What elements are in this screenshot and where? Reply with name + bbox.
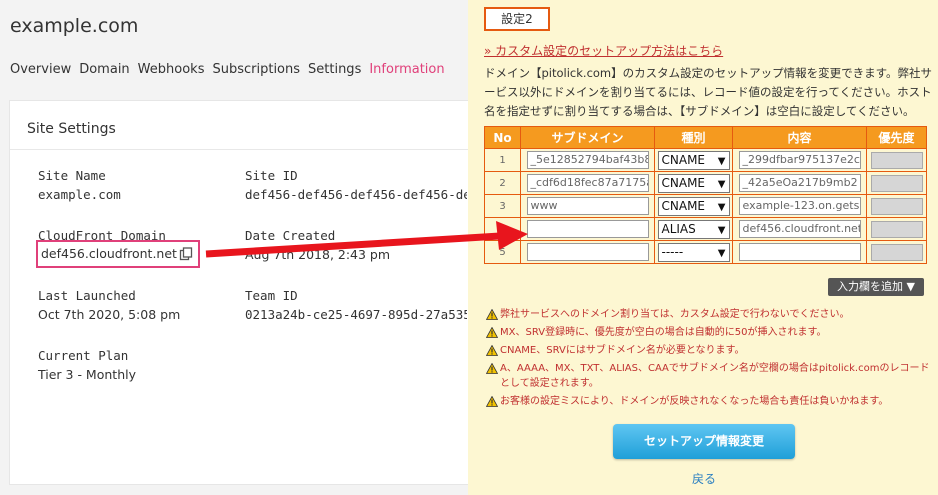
nav-overview[interactable]: Overview <box>10 62 71 77</box>
row-number: 1 <box>484 148 521 172</box>
type-select[interactable]: CNAME ▼ <box>657 150 730 170</box>
type-select[interactable]: CNAME ▼ <box>657 196 730 216</box>
copy-icon[interactable] <box>179 247 193 261</box>
description-text: ドメイン【pitolick.com】のカスタム設定のセットアップ情報を変更できま… <box>484 66 932 118</box>
content-input[interactable]: def456.cloudfront.net <box>738 220 861 238</box>
chevron-down-icon: ▼ <box>717 201 726 213</box>
date-created-label: Date Created <box>245 228 336 243</box>
chevron-down-icon: ▼ <box>717 224 726 236</box>
header-priority: 優先度 <box>866 126 927 149</box>
type-select-value: CNAME <box>661 198 706 213</box>
type-select-value: CNAME <box>661 175 706 190</box>
note-text: 弊社サービスへのドメイン割り当ては、カスタム設定で行わないでください。 <box>500 309 850 320</box>
site-name-label: Site Name <box>38 168 106 183</box>
header-content: 内容 <box>732 126 867 149</box>
list-item: MX、SRV登録時に、優先度が空白の場合は自動的に50が挿入されます。 <box>486 325 936 340</box>
subdomain-input[interactable]: _5e12852794baf43b8 <box>526 151 649 169</box>
back-link[interactable]: 戻る <box>692 470 716 487</box>
note-text: MX、SRV登録時に、優先度が空白の場合は自動的に50が挿入されます。 <box>500 327 827 338</box>
warning-icon <box>486 396 498 407</box>
dns-records-table: No サブドメイン 種別 内容 優先度 1 _5e12852794baf43b8… <box>484 126 927 264</box>
list-item: 弊社サービスへのドメイン割り当ては、カスタム設定で行わないでください。 <box>486 307 936 322</box>
dns-settings-panel: 設定2 » カスタム設定のセットアップ方法はこちら ドメイン【pitolick.… <box>468 0 938 495</box>
note-text: A、AAAA、MX、TXT、ALIAS、CAAでサブドメイン名が空欄の場合はpi… <box>500 363 930 389</box>
setting-tab[interactable]: 設定2 <box>484 7 550 31</box>
priority-input[interactable] <box>870 151 923 169</box>
content-input[interactable]: example-123.on.getsl <box>738 197 861 215</box>
team-id-label: Team ID <box>245 288 298 303</box>
list-item: お客様の設定ミスにより、ドメインが反映されなくなった場合も責任は負いかねます。 <box>486 394 936 409</box>
notes-list: 弊社サービスへのドメイン割り当ては、カスタム設定で行わないでください。 MX、S… <box>486 307 936 412</box>
team-id-value: 0213a24b-ce25-4697-895d-27a5355 <box>245 307 467 322</box>
subdomain-input[interactable]: www <box>526 197 649 215</box>
site-id-label: Site ID <box>245 168 298 183</box>
content-input[interactable]: _42a5eOa217b9mb2 <box>738 174 861 192</box>
subdomain-input[interactable] <box>526 220 649 238</box>
priority-input[interactable] <box>870 220 923 238</box>
type-select-value: CNAME <box>661 152 706 167</box>
table-row: 5 ----- ▼ <box>484 240 927 264</box>
nav-subscriptions[interactable]: Subscriptions <box>212 62 300 77</box>
site-title: example.com <box>10 15 139 37</box>
last-launched-value: Oct 7th 2020, 5:08 pm <box>38 307 181 322</box>
row-number: 5 <box>484 240 521 264</box>
subdomain-input[interactable] <box>526 243 649 261</box>
note-text: CNAME、SRVにはサブドメイン名が必要となります。 <box>500 345 745 356</box>
chevron-down-icon: ▼ <box>717 247 726 259</box>
priority-input[interactable] <box>870 197 923 215</box>
howto-link[interactable]: » カスタム設定のセットアップ方法はこちら <box>484 42 723 59</box>
table-row: 2 _cdf6d18fec87a7175a CNAME ▼ _42a5eOa217… <box>484 171 927 195</box>
nav-webhooks[interactable]: Webhooks <box>138 62 205 77</box>
warning-icon <box>486 345 498 356</box>
table-row: 3 www CNAME ▼ example-123.on.getsl <box>484 194 927 218</box>
table-row: 1 _5e12852794baf43b8 CNAME ▼ _299dfbar975… <box>484 148 927 172</box>
chevron-down-icon: ▼ <box>717 155 726 167</box>
cloudfront-value: def456.cloudfront.net <box>41 246 177 261</box>
plan-value: Tier 3 - Monthly <box>38 367 136 382</box>
date-created-value: Aug 7th 2018, 2:43 pm <box>245 247 391 262</box>
content-input[interactable] <box>738 243 861 261</box>
warning-icon <box>486 327 498 338</box>
header-type: 種別 <box>654 126 733 149</box>
table-row: 4 ALIAS ▼ def456.cloudfront.net <box>484 217 927 241</box>
header-subdomain: サブドメイン <box>520 126 655 149</box>
cloudfront-highlight-box: def456.cloudfront.net <box>36 240 200 268</box>
header-no: No <box>484 126 521 149</box>
site-settings-card: Site Settings Site Name example.com Site… <box>9 100 479 485</box>
type-select-value: ALIAS <box>661 221 696 236</box>
screenshot-root: example.com Overview Domain Webhooks Sub… <box>0 0 938 495</box>
warning-icon <box>486 309 498 320</box>
nav-domain[interactable]: Domain <box>79 62 129 77</box>
card-divider <box>10 149 478 150</box>
setup-submit-button[interactable]: セットアップ情報変更 <box>613 424 795 459</box>
site-nav: Overview Domain Webhooks Subscriptions S… <box>10 62 445 77</box>
nav-information[interactable]: Information <box>369 62 444 77</box>
netlify-site-panel: example.com Overview Domain Webhooks Sub… <box>0 0 479 495</box>
priority-input[interactable] <box>870 174 923 192</box>
row-number: 2 <box>484 171 521 195</box>
row-number: 3 <box>484 194 521 218</box>
chevron-down-icon: ▼ <box>717 178 726 190</box>
site-name-value: example.com <box>38 187 121 202</box>
card-title: Site Settings <box>27 121 116 137</box>
type-select[interactable]: ----- ▼ <box>657 242 730 262</box>
add-row-button[interactable]: 入力欄を追加 ▼ <box>828 278 924 296</box>
type-select[interactable]: ALIAS ▼ <box>657 219 730 239</box>
last-launched-label: Last Launched <box>38 288 136 303</box>
type-select-value: ----- <box>661 244 684 259</box>
table-header-row: No サブドメイン 種別 内容 優先度 <box>484 126 927 149</box>
content-input[interactable]: _299dfbar975137e2c <box>738 151 861 169</box>
row-number: 4 <box>484 217 521 241</box>
site-id-value: def456-def456-def456-def456-def45 <box>245 187 467 202</box>
plan-label: Current Plan <box>38 348 129 363</box>
note-text: お客様の設定ミスにより、ドメインが反映されなくなった場合も責任は負いかねます。 <box>500 396 889 407</box>
list-item: A、AAAA、MX、TXT、ALIAS、CAAでサブドメイン名が空欄の場合はpi… <box>486 361 936 391</box>
priority-input[interactable] <box>870 243 923 261</box>
list-item: CNAME、SRVにはサブドメイン名が必要となります。 <box>486 343 936 358</box>
warning-icon <box>486 363 498 374</box>
nav-settings[interactable]: Settings <box>308 62 361 77</box>
type-select[interactable]: CNAME ▼ <box>657 173 730 193</box>
subdomain-input[interactable]: _cdf6d18fec87a7175a <box>526 174 649 192</box>
